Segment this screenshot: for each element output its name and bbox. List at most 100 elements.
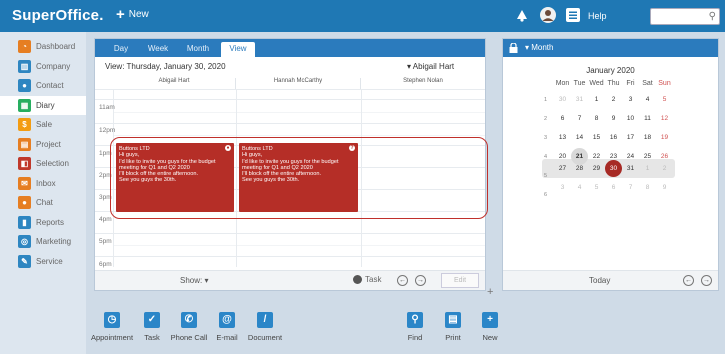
day-cell[interactable]: 4	[571, 179, 588, 196]
reports-icon: ▮	[18, 215, 31, 229]
top-bar: SuperOffice. + New Help ⚲	[0, 0, 725, 32]
day-cell[interactable]: 31	[622, 160, 639, 177]
inbox-icon: ✉	[18, 176, 31, 190]
day-cell[interactable]: 17	[622, 129, 639, 146]
view-date: View: Thursday, January 30, 2020	[105, 62, 226, 71]
notifications-icon[interactable]	[514, 7, 530, 23]
sidebar-item-marketing[interactable]: ◎ Marketing	[0, 232, 86, 251]
sidebar-item-selection[interactable]: ◧ Selection	[0, 154, 86, 173]
day-cell[interactable]: 7	[571, 110, 588, 127]
day-cell[interactable]: 3	[554, 179, 571, 196]
lock-icon[interactable]	[509, 43, 518, 53]
next-arrow-icon[interactable]: →	[415, 275, 426, 286]
day-cell-selected[interactable]: 30	[605, 160, 622, 177]
day-cell[interactable]: 11	[639, 110, 656, 127]
task-icon: ✓	[144, 312, 160, 328]
next-month-icon[interactable]: →	[701, 275, 712, 286]
sidebar-item-sale[interactable]: $ Sale	[0, 115, 86, 134]
day-cell[interactable]: 28	[571, 160, 588, 177]
tab-view[interactable]: View	[221, 42, 255, 57]
sidebar-item-reports[interactable]: ▮ Reports	[0, 213, 86, 232]
sidebar-item-dashboard[interactable]: ◔ Dashboard	[0, 37, 86, 56]
sidebar: ◔ Dashboard ▥ Company ● Contact ▦ Diary $ Sal…	[0, 32, 86, 354]
day-cell[interactable]: 10	[622, 110, 639, 127]
day-cell[interactable]: 27	[554, 160, 571, 177]
day-cell[interactable]: 30	[554, 91, 571, 108]
week-number: 2	[544, 116, 548, 122]
highlight-outline	[110, 137, 488, 219]
mini-calendar-footer: Today ← →	[503, 270, 718, 290]
grid-line	[95, 123, 485, 124]
avatar[interactable]	[540, 7, 556, 23]
new-action-button[interactable]: + New	[466, 312, 514, 342]
sidebar-item-project[interactable]: ▤ Project	[0, 135, 86, 154]
new-button[interactable]: + New	[116, 7, 149, 22]
sidebar-item-contact[interactable]: ● Contact	[0, 76, 86, 95]
task-toggle-label: Task	[365, 275, 382, 284]
list-icon[interactable]	[565, 7, 581, 23]
month-dropdown[interactable]: ▾ Month	[525, 43, 553, 52]
grid-line	[95, 89, 485, 90]
mini-calendar-header: ▾ Month	[503, 39, 718, 57]
sidebar-item-company[interactable]: ▥ Company	[0, 57, 86, 76]
day-cell[interactable]: 4	[639, 91, 656, 108]
sidebar-item-chat[interactable]: ● Chat	[0, 193, 86, 212]
selection-icon: ◧	[18, 157, 31, 170]
day-cell[interactable]: 8	[588, 110, 605, 127]
day-cell[interactable]: 19	[656, 129, 673, 146]
search-input[interactable]: ⚲	[650, 8, 720, 25]
document-button-label: Document	[247, 333, 283, 342]
time-label: 6pm	[99, 261, 112, 268]
app-logo[interactable]: SuperOffice.	[12, 7, 104, 24]
grid-line	[113, 245, 485, 246]
search-icon[interactable]: ⚲	[709, 11, 716, 22]
day-cell[interactable]: 13	[554, 129, 571, 146]
edit-button[interactable]: Edit	[441, 273, 479, 288]
day-cell[interactable]: 7	[622, 179, 639, 196]
week-number: 5	[544, 173, 548, 179]
show-dropdown[interactable]: Show: ▾	[180, 276, 208, 285]
day-cell[interactable]: 6	[554, 110, 571, 127]
weekday-header: Fri	[626, 80, 635, 87]
day-cell[interactable]: 6	[605, 179, 622, 196]
today-button[interactable]: Today	[589, 276, 610, 285]
day-cell[interactable]: 1	[588, 91, 605, 108]
prev-month-icon[interactable]: ←	[683, 275, 694, 286]
weekday-header: Thu	[607, 80, 620, 87]
help-link[interactable]: Help	[588, 11, 607, 21]
sidebar-item-inbox[interactable]: ✉ Inbox	[0, 174, 86, 193]
service-icon: ✎	[18, 254, 31, 268]
day-cell[interactable]: 5	[656, 91, 673, 108]
day-cell[interactable]: 1	[639, 160, 656, 177]
day-cell[interactable]: 3	[622, 91, 639, 108]
day-cell[interactable]: 2	[605, 91, 622, 108]
sidebar-item-service[interactable]: ✎ Service	[0, 252, 86, 271]
email-icon: @	[219, 312, 235, 328]
day-cell[interactable]: 18	[639, 129, 656, 146]
tab-week[interactable]: Week	[145, 42, 171, 57]
day-cell[interactable]: 31	[571, 91, 588, 108]
day-cell[interactable]: 2	[656, 160, 673, 177]
prev-arrow-icon[interactable]: ←	[397, 275, 408, 286]
sale-icon: $	[18, 118, 31, 131]
user-select[interactable]: ▾ Abigail Hart	[407, 62, 454, 71]
day-cell[interactable]: 15	[588, 129, 605, 146]
tab-month[interactable]: Month	[183, 42, 213, 57]
diary-icon: ▦	[18, 98, 31, 112]
grid-line	[95, 99, 485, 100]
day-cell[interactable]: 8	[639, 179, 656, 196]
day-cell[interactable]: 29	[588, 160, 605, 177]
day-cell[interactable]: 14	[571, 129, 588, 146]
day-cell[interactable]: 5	[588, 179, 605, 196]
day-cell[interactable]: 12	[656, 110, 673, 127]
document-button[interactable]: / Document	[241, 312, 289, 342]
task-toggle[interactable]: Task	[353, 275, 381, 284]
tab-day[interactable]: Day	[109, 42, 133, 57]
week-number: 6	[544, 192, 548, 198]
day-cell[interactable]: 9	[656, 179, 673, 196]
day-cell[interactable]: 9	[605, 110, 622, 127]
day-cell[interactable]: 16	[605, 129, 622, 146]
sidebar-item-diary[interactable]: ▦ Diary	[0, 95, 86, 115]
grid-line	[113, 112, 485, 113]
sidebar-item-label: Selection	[36, 159, 69, 168]
